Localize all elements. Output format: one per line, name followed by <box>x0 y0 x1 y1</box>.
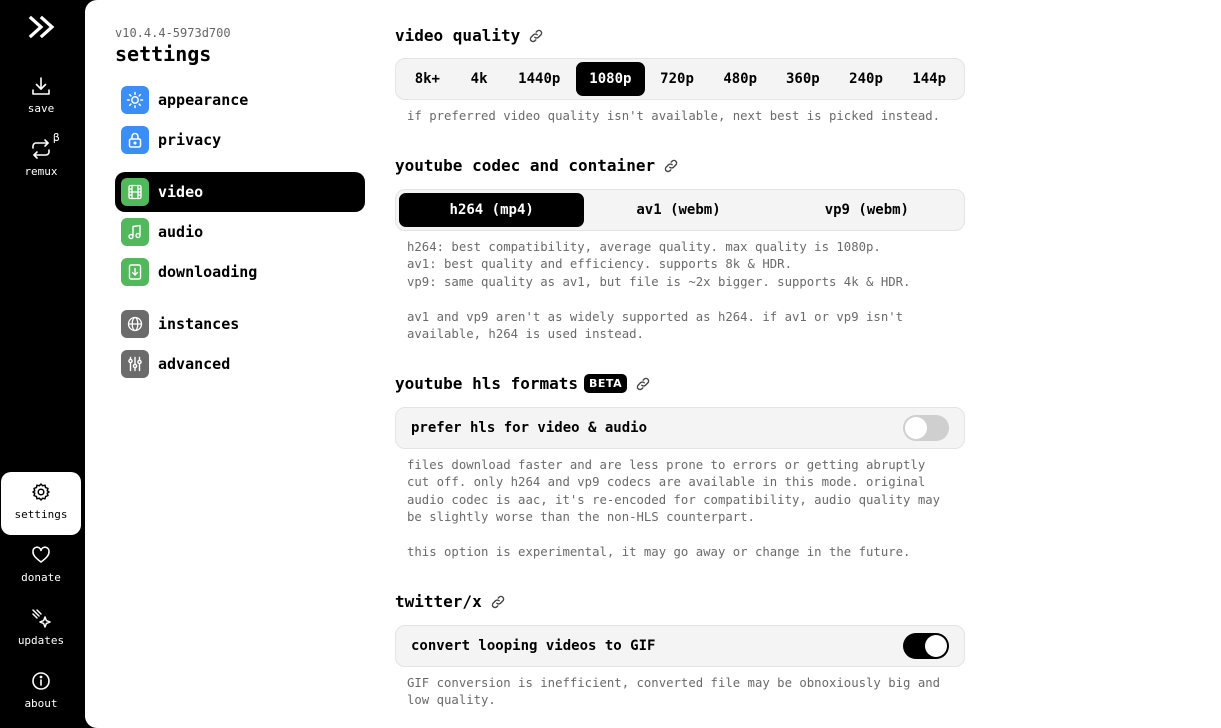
nav-item-advanced[interactable]: advanced <box>115 344 365 384</box>
nav-label: audio <box>158 223 204 241</box>
codec-description: h264: best compatibility, average qualit… <box>407 240 911 342</box>
quality-option-240p[interactable]: 240p <box>835 62 898 96</box>
quality-option-144p[interactable]: 144p <box>897 62 961 96</box>
quality-option-360p[interactable]: 360p <box>771 62 835 96</box>
link-icon[interactable] <box>663 158 679 174</box>
nav-label: appearance <box>158 91 249 109</box>
rail-save-button[interactable]: save <box>1 66 81 129</box>
gif-toggle-switch[interactable] <box>903 633 949 659</box>
file-download-icon <box>121 258 149 286</box>
codec-selector: h264 (mp4) av1 (webm) vp9 (webm) <box>395 189 965 231</box>
codec-option-h264[interactable]: h264 (mp4) <box>399 193 585 227</box>
section-title-text: youtube codec and container <box>395 156 656 175</box>
rail-settings-label: settings <box>14 508 68 521</box>
section-title-hls: youtube hls formats BETA <box>395 374 651 393</box>
nav-item-privacy[interactable]: privacy <box>115 120 365 160</box>
lock-icon <box>121 126 149 154</box>
quality-option-8k[interactable]: 8k+ <box>399 62 456 96</box>
section-title-text: video quality <box>395 26 521 45</box>
gif-description: GIF conversion is inefficient, converted… <box>407 676 941 708</box>
beta-badge: BETA <box>584 374 628 393</box>
rail-updates-button[interactable]: updates <box>1 598 81 661</box>
nav-item-video[interactable]: video <box>115 172 365 212</box>
globe-icon <box>121 310 149 338</box>
info-icon <box>32 672 50 690</box>
toggle-knob <box>905 417 927 439</box>
section-title-text: twitter/x <box>395 592 482 611</box>
section-title-text: youtube hls formats <box>395 374 579 393</box>
heart-icon <box>32 546 50 563</box>
sparkles-icon <box>32 609 51 628</box>
gif-toggle-label: convert looping videos to GIF <box>411 638 656 654</box>
rail-donate-button[interactable]: donate <box>1 535 81 598</box>
hls-description: files download faster and are less prone… <box>407 458 941 560</box>
sliders-icon <box>121 350 149 378</box>
rail-donate-label: donate <box>21 571 61 584</box>
remux-beta-badge: β <box>53 131 60 144</box>
hls-toggle-label: prefer hls for video & audio <box>411 420 648 436</box>
codec-option-vp9[interactable]: vp9 (webm) <box>773 193 961 227</box>
section-title-twitter: twitter/x <box>395 592 506 611</box>
nav-label: downloading <box>158 263 258 281</box>
rail-remux-label: remux <box>24 165 58 178</box>
quality-option-1080p[interactable]: 1080p <box>576 62 645 96</box>
remux-icon <box>32 139 50 159</box>
gif-toggle-row[interactable]: convert looping videos to GIF <box>395 625 965 667</box>
nav-label: instances <box>158 315 240 333</box>
logo-icon[interactable] <box>28 14 56 40</box>
quality-option-4k[interactable]: 4k <box>456 62 503 96</box>
codec-option-av1[interactable]: av1 (webm) <box>584 193 772 227</box>
nav-label: privacy <box>158 131 222 149</box>
rail-about-button[interactable]: about <box>1 661 81 724</box>
gear-icon <box>32 483 50 501</box>
rail-save-label: save <box>27 102 55 115</box>
nav-label: video <box>158 183 204 201</box>
link-icon[interactable] <box>528 28 544 44</box>
nav-item-downloading[interactable]: downloading <box>115 252 365 292</box>
video-quality-selector: 8k+ 4k 1440p 1080p 720p 480p 360p 240p 1… <box>395 58 965 100</box>
version-label: v10.4.4-5973d700 <box>115 26 231 40</box>
sidebar-rail: save β remux settings donate updates abo… <box>0 0 85 728</box>
link-icon[interactable] <box>635 376 651 392</box>
film-icon <box>121 178 149 206</box>
hls-toggle-row[interactable]: prefer hls for video & audio <box>395 407 965 449</box>
rail-about-label: about <box>24 697 58 710</box>
sun-icon <box>121 86 149 114</box>
quality-option-1440p[interactable]: 1440p <box>502 62 576 96</box>
rail-remux-button[interactable]: β remux <box>1 129 81 192</box>
hls-toggle-switch[interactable] <box>903 415 949 441</box>
rail-updates-label: updates <box>17 634 65 647</box>
settings-panel: v10.4.4-5973d700 settings appearance pri… <box>85 0 1221 728</box>
download-icon <box>32 77 50 95</box>
page-title: settings <box>115 42 212 66</box>
link-icon[interactable] <box>490 594 506 610</box>
toggle-knob <box>925 635 947 657</box>
nav-label: advanced <box>158 355 231 373</box>
nav-item-appearance[interactable]: appearance <box>115 80 365 120</box>
nav-item-audio[interactable]: audio <box>115 212 365 252</box>
rail-settings-button[interactable]: settings <box>1 472 81 535</box>
video-quality-description: if preferred video quality isn't availab… <box>407 109 941 123</box>
quality-option-720p[interactable]: 720p <box>645 62 710 96</box>
nav-item-instances[interactable]: instances <box>115 304 365 344</box>
section-title-video-quality: video quality <box>395 26 544 45</box>
section-title-codec: youtube codec and container <box>395 156 679 175</box>
quality-option-480p[interactable]: 480p <box>709 62 771 96</box>
music-icon <box>121 218 149 246</box>
